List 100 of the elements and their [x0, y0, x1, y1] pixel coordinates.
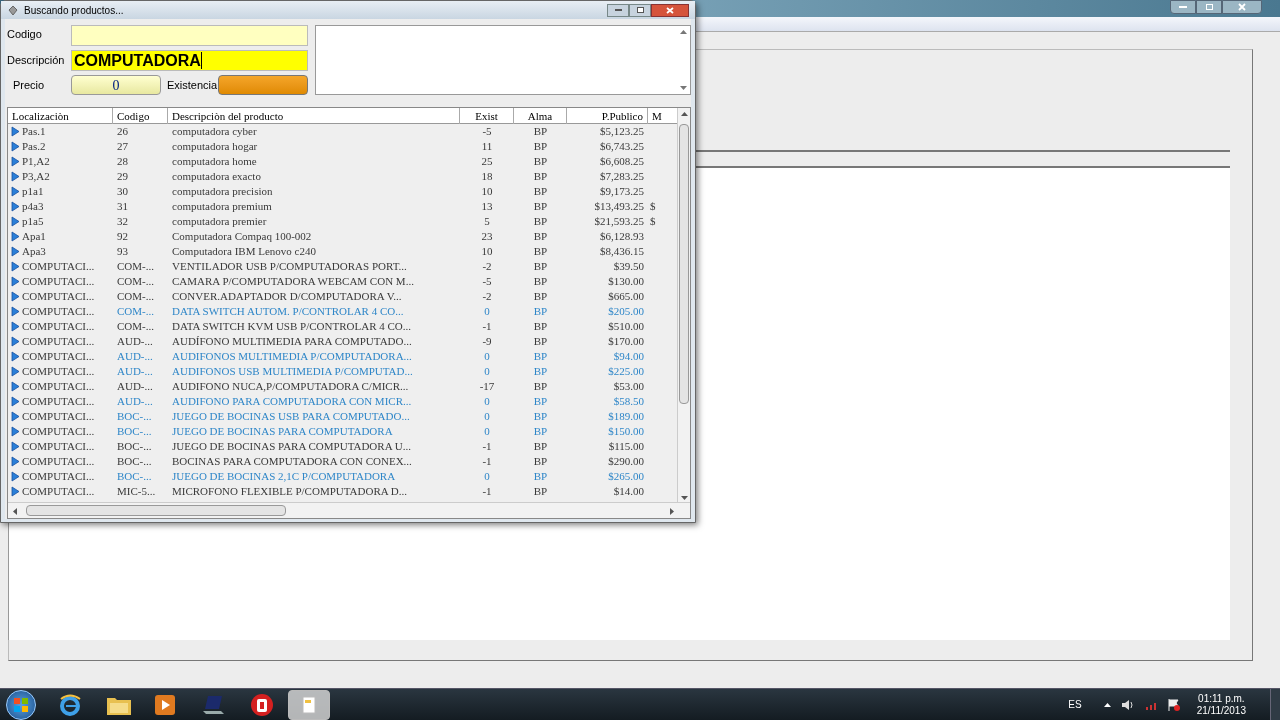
column-header[interactable]: Codigo	[113, 108, 168, 124]
price-field[interactable]: 0	[71, 75, 161, 95]
scroll-left-icon[interactable]	[13, 508, 17, 515]
table-cell-text: computadora home	[171, 154, 258, 169]
location-cell: COMPUTACI...	[22, 334, 95, 349]
scroll-down-icon[interactable]	[680, 86, 687, 90]
table-cell-text: AUDIFONO PARA COMPUTADORA CON MICR...	[171, 394, 413, 409]
flag-icon[interactable]	[1166, 697, 1181, 712]
table-cell-text: BP	[532, 274, 549, 289]
table-cell-text: BP	[532, 379, 549, 394]
row-arrow-icon	[11, 441, 20, 452]
table-cell-text: BP	[532, 409, 549, 424]
table-cell-text: 26	[116, 124, 129, 139]
table-cell-text: computadora premier	[171, 214, 268, 229]
table-cell-text: 10	[480, 184, 494, 199]
scroll-up-icon[interactable]	[681, 112, 688, 116]
round-app-icon[interactable]	[250, 692, 274, 717]
horizontal-scrollbar[interactable]	[8, 502, 690, 518]
column-header[interactable]: Alma	[514, 108, 567, 124]
table-cell-text: VENTILADOR USB P/COMPUTADORAS PORT...	[171, 259, 408, 274]
table-cell-text: $6,608.25	[599, 154, 645, 169]
table-cell-text: 5	[483, 214, 491, 229]
close-button[interactable]	[1222, 0, 1262, 14]
maximize-button[interactable]	[629, 3, 651, 17]
table-cell-text: $170.00	[607, 334, 645, 349]
column-header[interactable]: Exist	[460, 108, 514, 124]
location-cell: Apa1	[22, 229, 46, 244]
language-indicator[interactable]: ES	[1068, 697, 1082, 712]
row-arrow-icon	[11, 426, 20, 437]
table-cell-text: COM-...	[116, 319, 155, 334]
location-cell: Apa3	[22, 244, 46, 259]
table-cell-text: -17	[478, 379, 496, 394]
row-arrow-icon	[11, 276, 20, 287]
table-cell-text: 0	[483, 424, 491, 439]
table-cell-text: AUDÍFONO MULTIMEDIA PARA COMPUTADO...	[171, 334, 413, 349]
table-cell-text: BP	[532, 334, 549, 349]
location-cell: COMPUTACI...	[22, 259, 95, 274]
table-cell-text: BP	[532, 184, 549, 199]
table-cell-text: JUEGO DE BOCINAS PARA COMPUTADORA U...	[171, 439, 412, 454]
column-header[interactable]: Localizaciòn	[8, 108, 113, 124]
table-cell-text: BP	[532, 394, 549, 409]
vertical-scrollbar[interactable]	[677, 108, 690, 504]
table-cell-text: 0	[483, 469, 491, 484]
scroll-right-icon[interactable]	[670, 508, 674, 515]
table-cell-text: BP	[532, 364, 549, 379]
location-cell: COMPUTACI...	[22, 394, 95, 409]
code-field[interactable]	[71, 25, 308, 46]
table-cell-text: BP	[532, 124, 549, 139]
clock-date[interactable]: 21/11/2013	[1196, 704, 1246, 717]
table-cell-text: JUEGO DE BOCINAS PARA COMPUTADORA	[171, 424, 394, 439]
table-cell-text: BP	[532, 454, 549, 469]
table-cell-text: Computadora Compaq 100-002	[171, 229, 313, 244]
table-cell-text: $53.00	[612, 379, 645, 394]
table-cell-text: BOC-...	[116, 469, 153, 484]
minimize-button[interactable]	[1170, 0, 1196, 14]
maximize-button[interactable]	[1196, 0, 1222, 14]
description-field[interactable]: COMPUTADORA	[71, 50, 308, 71]
location-cell: COMPUTACI...	[22, 364, 95, 379]
table-cell-text: 0	[483, 364, 491, 379]
table-cell-text: $205.00	[607, 304, 645, 319]
table-cell-text: 29	[116, 169, 129, 184]
row-arrow-icon	[11, 246, 20, 257]
scroll-thumb[interactable]	[679, 124, 689, 404]
table-cell-text: 31	[116, 199, 129, 214]
table-cell-text: -5	[481, 274, 493, 289]
table-cell-text: -2	[481, 289, 493, 304]
table-cell-text: $150.00	[607, 424, 645, 439]
table-cell-text: -1	[481, 439, 493, 454]
location-cell: COMPUTACI...	[22, 274, 95, 289]
row-arrow-icon	[11, 351, 20, 362]
scroll-up-icon[interactable]	[680, 30, 687, 34]
active-window-button[interactable]	[288, 689, 330, 720]
table-cell-text: BP	[532, 349, 549, 364]
minimize-button[interactable]	[607, 3, 629, 17]
close-icon	[1238, 3, 1246, 11]
column-header[interactable]: P.Publico	[567, 108, 648, 124]
laptop-icon[interactable]	[202, 693, 226, 716]
speaker-icon[interactable]	[1120, 698, 1135, 711]
scroll-thumb[interactable]	[26, 505, 286, 516]
location-cell: Pas.1	[22, 124, 46, 139]
column-header[interactable]: Descripciòn del producto	[168, 108, 460, 124]
field-label: Codigo	[7, 27, 42, 42]
stock-field[interactable]	[218, 75, 308, 95]
table-cell-text: BOCINAS PARA COMPUTADORA CON CONEX...	[171, 454, 413, 469]
show-hidden-icons-icon[interactable]	[1103, 702, 1111, 707]
media-player-icon[interactable]	[154, 693, 176, 716]
clock-time[interactable]: 01:11 p.m.	[1198, 692, 1245, 705]
column-header[interactable]: M	[648, 108, 673, 124]
close-button[interactable]	[651, 3, 689, 17]
scroll-down-icon[interactable]	[681, 496, 688, 500]
location-cell: COMPUTACI...	[22, 304, 95, 319]
row-arrow-icon	[11, 456, 20, 467]
browser-icon[interactable]	[58, 692, 82, 717]
table-cell-text: 10	[480, 244, 494, 259]
table-cell-text: -1	[481, 484, 493, 499]
table-cell-text: 11	[480, 139, 494, 154]
table-cell-text: 30	[116, 184, 129, 199]
table-cell-text: BP	[532, 424, 549, 439]
location-cell: COMPUTACI...	[22, 484, 95, 499]
start-button[interactable]	[6, 689, 36, 720]
